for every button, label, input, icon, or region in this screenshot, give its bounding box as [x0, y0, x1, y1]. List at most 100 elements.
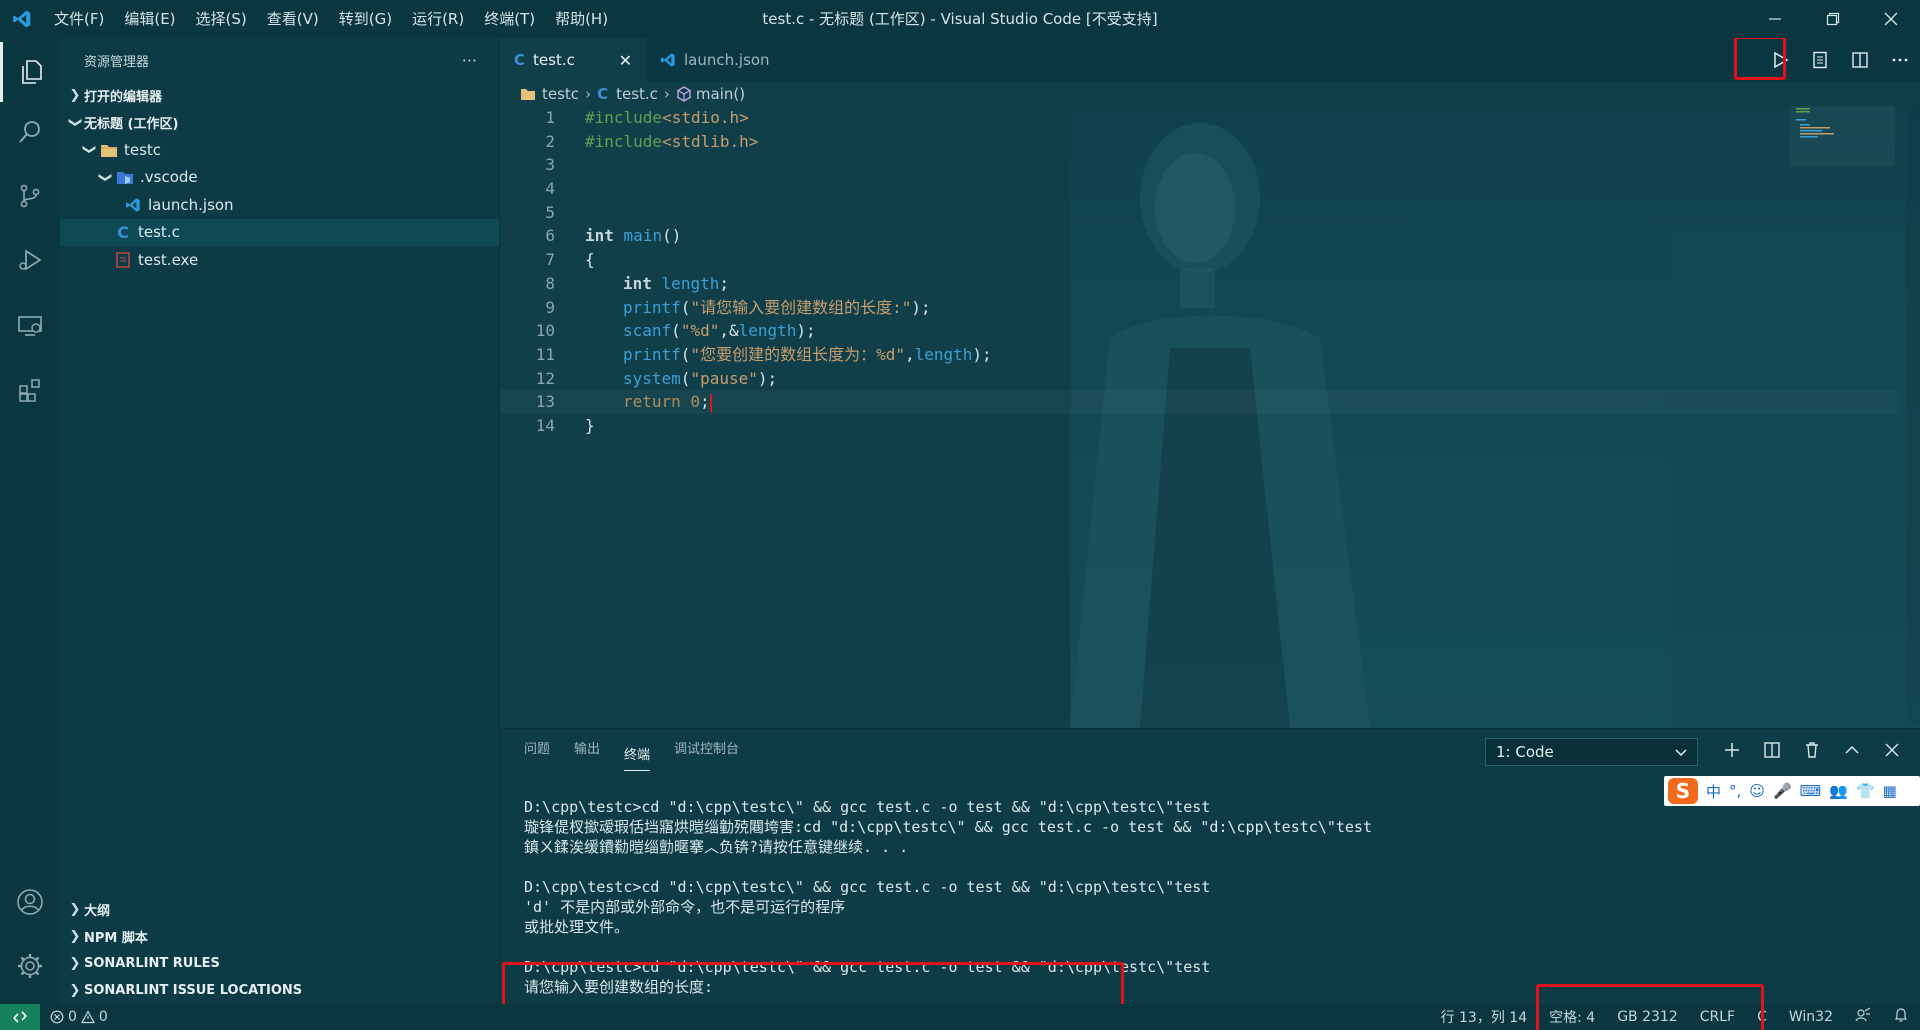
code-text: #include<stdlib.h> [585, 131, 759, 151]
tab-debug-console[interactable]: 调试控制台 [674, 729, 739, 771]
tab-output[interactable]: 输出 [574, 729, 600, 771]
kill-terminal-button[interactable] [1792, 730, 1832, 770]
platform-config[interactable]: Win32 [1778, 1009, 1844, 1025]
source-control-button[interactable] [0, 166, 60, 226]
line-number: 7 [545, 250, 555, 270]
line-number: 6 [545, 226, 555, 246]
split-editor-button[interactable] [1840, 38, 1880, 82]
close-tab-icon[interactable]: ✕ [619, 51, 632, 70]
activity-bar [0, 38, 60, 1004]
explorer-button[interactable] [0, 42, 60, 102]
sogou-logo-icon[interactable]: S [1668, 778, 1698, 804]
ellipsis-icon [1892, 58, 1908, 62]
split-terminal-button[interactable] [1752, 730, 1792, 770]
line-number: 13 [535, 392, 555, 412]
chevron-down-icon [1675, 743, 1687, 761]
code-editor[interactable]: 1 #include<stdio.h> 2 #include<stdlib.h> 3… [500, 106, 1900, 438]
tab-test-c[interactable]: C test.c ✕ [500, 38, 646, 82]
run-debug-button[interactable] [0, 230, 60, 290]
chevron-right-icon: ❯ [69, 983, 81, 998]
menu-run[interactable]: 运行(R) [402, 0, 474, 38]
sonarlint-issue-locations-section[interactable]: ❯ SONARLINT ISSUE LOCATIONS [60, 977, 500, 1004]
tree-label: testc [124, 140, 162, 159]
sonarlint-rules-section[interactable]: ❯ SONARLINT RULES [60, 950, 500, 977]
minimize-button[interactable] [1746, 0, 1804, 38]
line-number: 2 [545, 131, 555, 151]
workspace-section[interactable]: ❯ 无标题 (工作区) [60, 109, 499, 136]
more-actions-button[interactable]: ··· [462, 51, 477, 70]
editor-more-actions-button[interactable] [1880, 38, 1920, 82]
tab-problems[interactable]: 问题 [524, 729, 550, 771]
open-preview-button[interactable] [1800, 38, 1840, 82]
cursor-position[interactable]: 行 13，列 14 [1430, 1007, 1539, 1027]
menu-edit[interactable]: 编辑(E) [114, 0, 185, 38]
ime-chinese-mode[interactable]: 中 [1706, 781, 1721, 802]
breadcrumb-folder[interactable]: testc [520, 85, 579, 103]
sidebar-title: 资源管理器 [84, 54, 150, 70]
breadcrumb-label: testc [542, 85, 580, 103]
code-line: 11 printf("您要创建的数组长度为：%d",length); [500, 343, 1900, 367]
ime-toolbox-icon[interactable]: ▦ [1883, 782, 1897, 800]
tab-launch-json[interactable]: launch.json [646, 38, 784, 82]
error-count: 0 [68, 1009, 77, 1025]
close-window-button[interactable] [1862, 0, 1920, 38]
ime-keyboard-icon[interactable]: ⌨ [1800, 782, 1822, 800]
code-line: 4 [500, 177, 1900, 201]
tree-item-test-c[interactable]: C test.c [60, 218, 499, 246]
feedback-icon [1855, 1007, 1871, 1022]
section-label: SONARLINT RULES [84, 956, 220, 971]
problems-indicator[interactable]: 0 0 [50, 1009, 108, 1025]
tree-item-test-exe[interactable]: test.exe [60, 246, 499, 274]
error-icon [50, 1010, 64, 1024]
outline-section[interactable]: ❯ 大纲 [60, 896, 500, 923]
ime-emoji-icon[interactable]: ☺ [1749, 782, 1765, 800]
breadcrumb-symbol[interactable]: main() [676, 85, 745, 103]
ime-users-icon[interactable]: 👥 [1829, 782, 1848, 800]
sidebar-header: 资源管理器 ··· [60, 38, 499, 82]
search-button[interactable] [0, 102, 60, 162]
line-number: 1 [545, 108, 555, 127]
terminal-select-dropdown[interactable]: 1: Code [1485, 738, 1698, 766]
c-file-icon: C [117, 222, 129, 242]
line-number: 9 [545, 297, 555, 317]
close-panel-button[interactable] [1872, 730, 1912, 770]
tab-terminal[interactable]: 终端 [624, 741, 651, 771]
settings-button[interactable] [0, 936, 60, 996]
account-button[interactable] [0, 872, 60, 932]
menu-help[interactable]: 帮助(H) [545, 0, 618, 38]
tree-item-testc[interactable]: ❯ testc [60, 136, 499, 164]
tree-item-launch-json[interactable]: launch.json [60, 191, 499, 219]
menu-file[interactable]: 文件(F) [44, 0, 114, 38]
code-text: int length; [623, 273, 729, 293]
editor-area: C test.c ✕ launch.json testc › C test.c … [500, 38, 1920, 728]
ime-punctuation-icon[interactable]: °, [1729, 782, 1741, 800]
menu-view[interactable]: 查看(V) [257, 0, 329, 38]
menu-go[interactable]: 转到(G) [329, 0, 402, 38]
open-editors-section[interactable]: ❯ 打开的编辑器 [60, 82, 499, 109]
remote-indicator-button[interactable] [0, 1004, 40, 1030]
minimap[interactable] [1790, 106, 1895, 726]
ime-voice-icon[interactable]: 🎤 [1773, 782, 1792, 800]
remote-explorer-button[interactable] [0, 296, 60, 356]
code-line: 10 scanf("%d",&length); [500, 319, 1900, 343]
vertical-scrollbar[interactable] [1906, 106, 1920, 726]
vscode-logo-icon [0, 0, 44, 38]
npm-scripts-section[interactable]: ❯ NPM 脚本 [60, 923, 500, 950]
restore-button[interactable] [1804, 0, 1862, 38]
remote-explorer-icon [18, 316, 42, 336]
ime-skin-icon[interactable]: 👕 [1856, 782, 1875, 800]
menu-selection[interactable]: 选择(S) [186, 0, 257, 38]
maximize-panel-button[interactable] [1832, 730, 1872, 770]
menu-terminal[interactable]: 终端(T) [474, 0, 545, 38]
breadcrumb-file[interactable]: C test.c [597, 85, 658, 103]
code-line: 5 [500, 201, 1900, 225]
code-line-current: 13 return 0; [500, 390, 1900, 414]
notifications-button[interactable] [1882, 1007, 1920, 1027]
tree-item-vscode[interactable]: ❯ .vscode [60, 164, 499, 192]
section-label: 打开的编辑器 [84, 90, 163, 105]
feedback-button[interactable] [1844, 1007, 1882, 1027]
chevron-right-icon: ❯ [69, 88, 81, 103]
extensions-button[interactable] [0, 360, 60, 420]
new-terminal-button[interactable] [1712, 730, 1752, 770]
